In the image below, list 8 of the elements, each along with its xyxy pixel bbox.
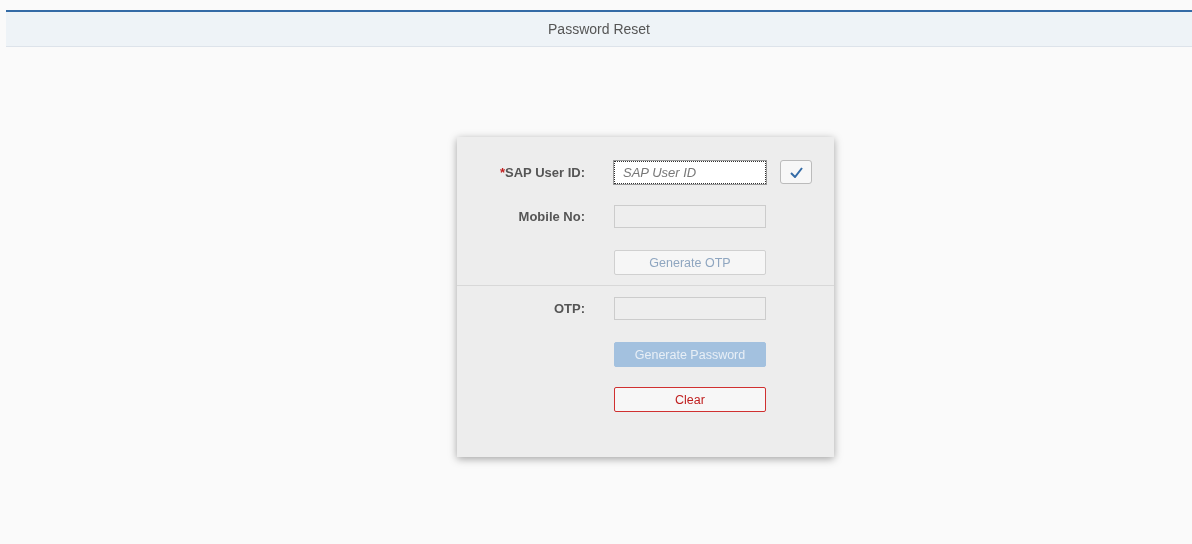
check-button[interactable]	[780, 160, 812, 184]
input-field[interactable]: SAP User ID	[614, 160, 766, 184]
field-label: OTP:	[553, 301, 585, 316]
field-label: *SAP User ID:	[499, 164, 585, 180]
field-label: Mobile No:	[518, 209, 585, 224]
checkmark-icon	[789, 166, 803, 178]
page-title: Password Reset	[548, 21, 650, 37]
action-button[interactable]: Clear	[614, 387, 766, 412]
